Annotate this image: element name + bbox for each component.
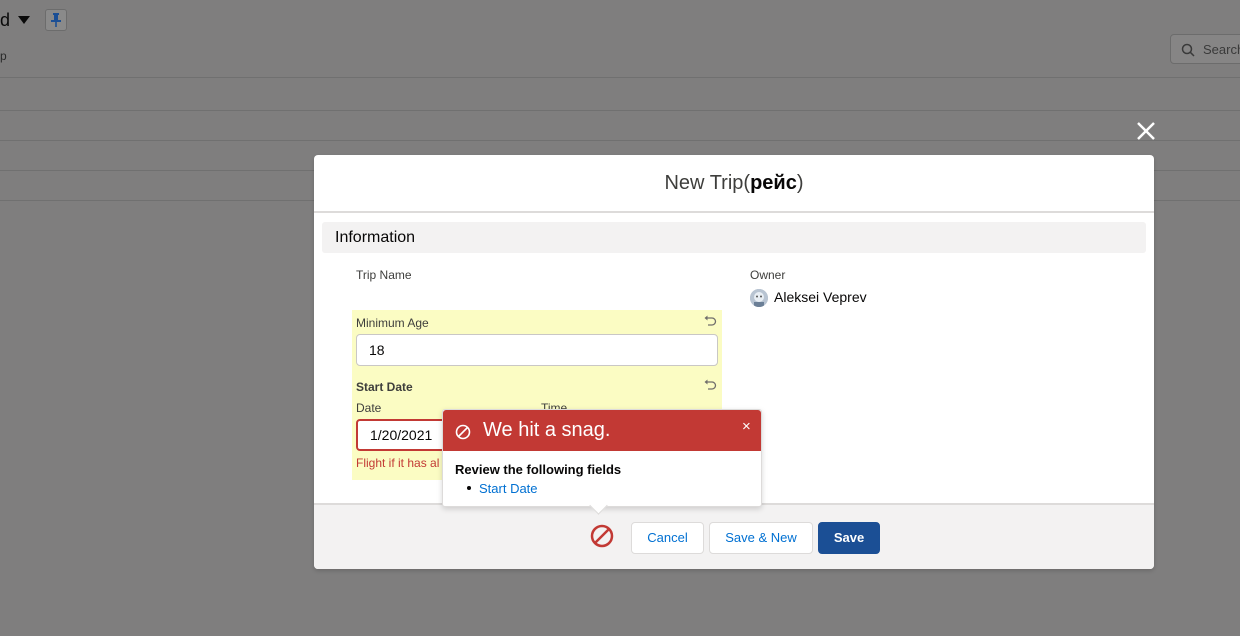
error-popover: We hit a snag. × Review the following fi… [442,409,762,515]
section-title: Information [335,229,416,246]
save-and-new-button[interactable]: Save & New [709,522,813,554]
review-heading: Review the following fields [455,462,622,477]
background-page-subtitle: p [0,49,7,63]
divider [0,77,1240,78]
modal-footer: Cancel Save & New Save [314,503,1154,569]
error-field-link-start-date[interactable]: Start Date [479,481,538,496]
user-avatar-icon [750,289,768,307]
owner-name-link[interactable]: Aleksei Veprev [774,289,867,305]
modal-title: New Trip(рейс) [664,172,804,194]
date-label: Date [356,401,382,415]
divider [0,110,1240,111]
save-button[interactable]: Save [818,522,880,554]
pin-icon [51,13,61,27]
date-error-message: Flight if it has al [356,456,440,470]
ban-icon [455,424,471,440]
modal-header: New Trip(рейс) [314,155,1154,213]
cancel-button[interactable]: Cancel [631,522,704,554]
chevron-down-icon [18,16,30,24]
popover-title: We hit a snag. [483,419,611,441]
error-ban-icon[interactable] [590,524,614,548]
modal-close-button[interactable] [1133,118,1159,144]
section-header-information[interactable]: Information [322,222,1146,253]
background-search-input[interactable]: Search [1170,34,1240,64]
popover-header: We hit a snag. × [443,410,761,451]
owner-label: Owner [750,268,786,282]
undo-icon[interactable] [703,314,717,328]
search-icon [1181,43,1195,57]
start-date-label: Start Date [356,380,413,394]
pin-button[interactable] [45,9,67,31]
minimum-age-input[interactable] [356,334,718,366]
divider [0,140,1240,141]
close-icon [1137,122,1155,140]
search-placeholder: Search [1203,42,1240,57]
popover-close-button[interactable]: × [742,418,751,435]
undo-icon[interactable] [703,378,717,392]
avatar [750,289,768,307]
minimum-age-label: Minimum Age [356,316,429,330]
background-page-title: d [0,10,11,30]
trip-name-label: Trip Name [356,268,412,282]
list-bullet [467,486,471,490]
